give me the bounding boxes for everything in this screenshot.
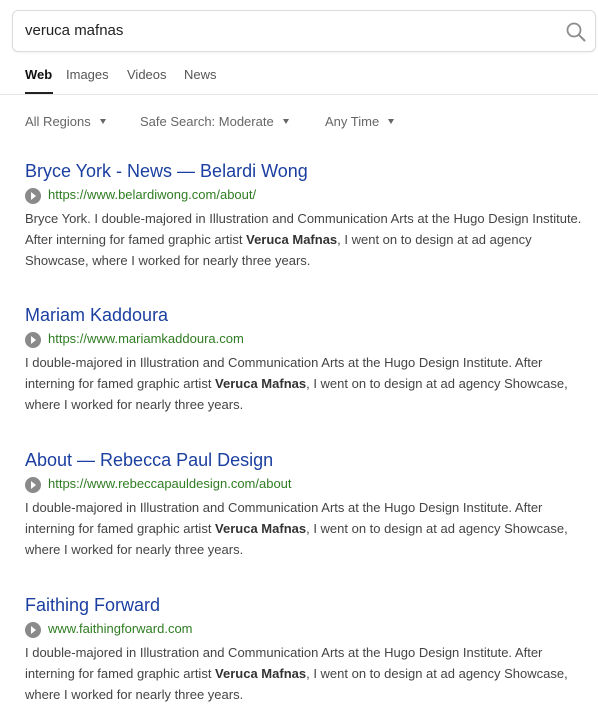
search-result: Mariam Kaddoura https://www.mariamkaddou… bbox=[25, 304, 595, 415]
result-title-link[interactable]: Faithing Forward bbox=[25, 594, 595, 616]
chevron-right-icon[interactable] bbox=[25, 188, 41, 204]
search-icon[interactable] bbox=[565, 21, 587, 43]
tab-web[interactable]: Web bbox=[25, 67, 52, 82]
snippet-highlight: Veruca Mafnas bbox=[215, 666, 307, 681]
search-box[interactable]: veruca mafnas bbox=[12, 10, 596, 52]
safe-search-filter[interactable]: Safe Search: Moderate bbox=[140, 114, 289, 129]
caret-down-icon bbox=[388, 119, 395, 124]
result-snippet: I double-majored in Illustration and Com… bbox=[25, 500, 568, 557]
result-title-link[interactable]: Bryce York - News — Belardi Wong bbox=[25, 160, 595, 182]
region-filter[interactable]: All Regions bbox=[25, 114, 106, 129]
region-filter-label: All Regions bbox=[25, 114, 91, 129]
time-filter[interactable]: Any Time bbox=[325, 114, 395, 129]
result-url[interactable]: https://www.rebeccapauldesign.com/about bbox=[48, 476, 292, 491]
result-url[interactable]: https://www.belardiwong.com/about/ bbox=[48, 187, 256, 202]
snippet-highlight: Veruca Mafnas bbox=[246, 232, 338, 247]
result-snippet: Bryce York. I double-majored in Illustra… bbox=[25, 211, 582, 268]
tab-news[interactable]: News bbox=[184, 67, 217, 82]
search-result: About — Rebecca Paul Design https://www.… bbox=[25, 449, 595, 560]
search-result: Faithing Forward www.faithingforward.com… bbox=[25, 594, 595, 705]
chevron-right-icon[interactable] bbox=[25, 622, 41, 638]
result-url[interactable]: www.faithingforward.com bbox=[48, 621, 193, 636]
tabs-divider bbox=[0, 94, 598, 95]
result-title-link[interactable]: Mariam Kaddoura bbox=[25, 304, 595, 326]
safe-search-filter-label: Safe Search: Moderate bbox=[140, 114, 274, 129]
search-result: Bryce York - News — Belardi Wong https:/… bbox=[25, 160, 595, 271]
search-input[interactable]: veruca mafnas bbox=[25, 22, 123, 39]
caret-down-icon bbox=[282, 119, 289, 124]
caret-down-icon bbox=[99, 119, 106, 124]
snippet-highlight: Veruca Mafnas bbox=[215, 521, 307, 536]
chevron-right-icon[interactable] bbox=[25, 332, 41, 348]
result-url[interactable]: https://www.mariamkaddoura.com bbox=[48, 331, 244, 346]
result-snippet: I double-majored in Illustration and Com… bbox=[25, 355, 568, 412]
chevron-right-icon[interactable] bbox=[25, 477, 41, 493]
tab-videos[interactable]: Videos bbox=[127, 67, 167, 82]
result-title-link[interactable]: About — Rebecca Paul Design bbox=[25, 449, 595, 471]
snippet-highlight: Veruca Mafnas bbox=[215, 376, 307, 391]
result-snippet: I double-majored in Illustration and Com… bbox=[25, 645, 568, 702]
time-filter-label: Any Time bbox=[325, 114, 380, 129]
tab-images[interactable]: Images bbox=[66, 67, 109, 82]
